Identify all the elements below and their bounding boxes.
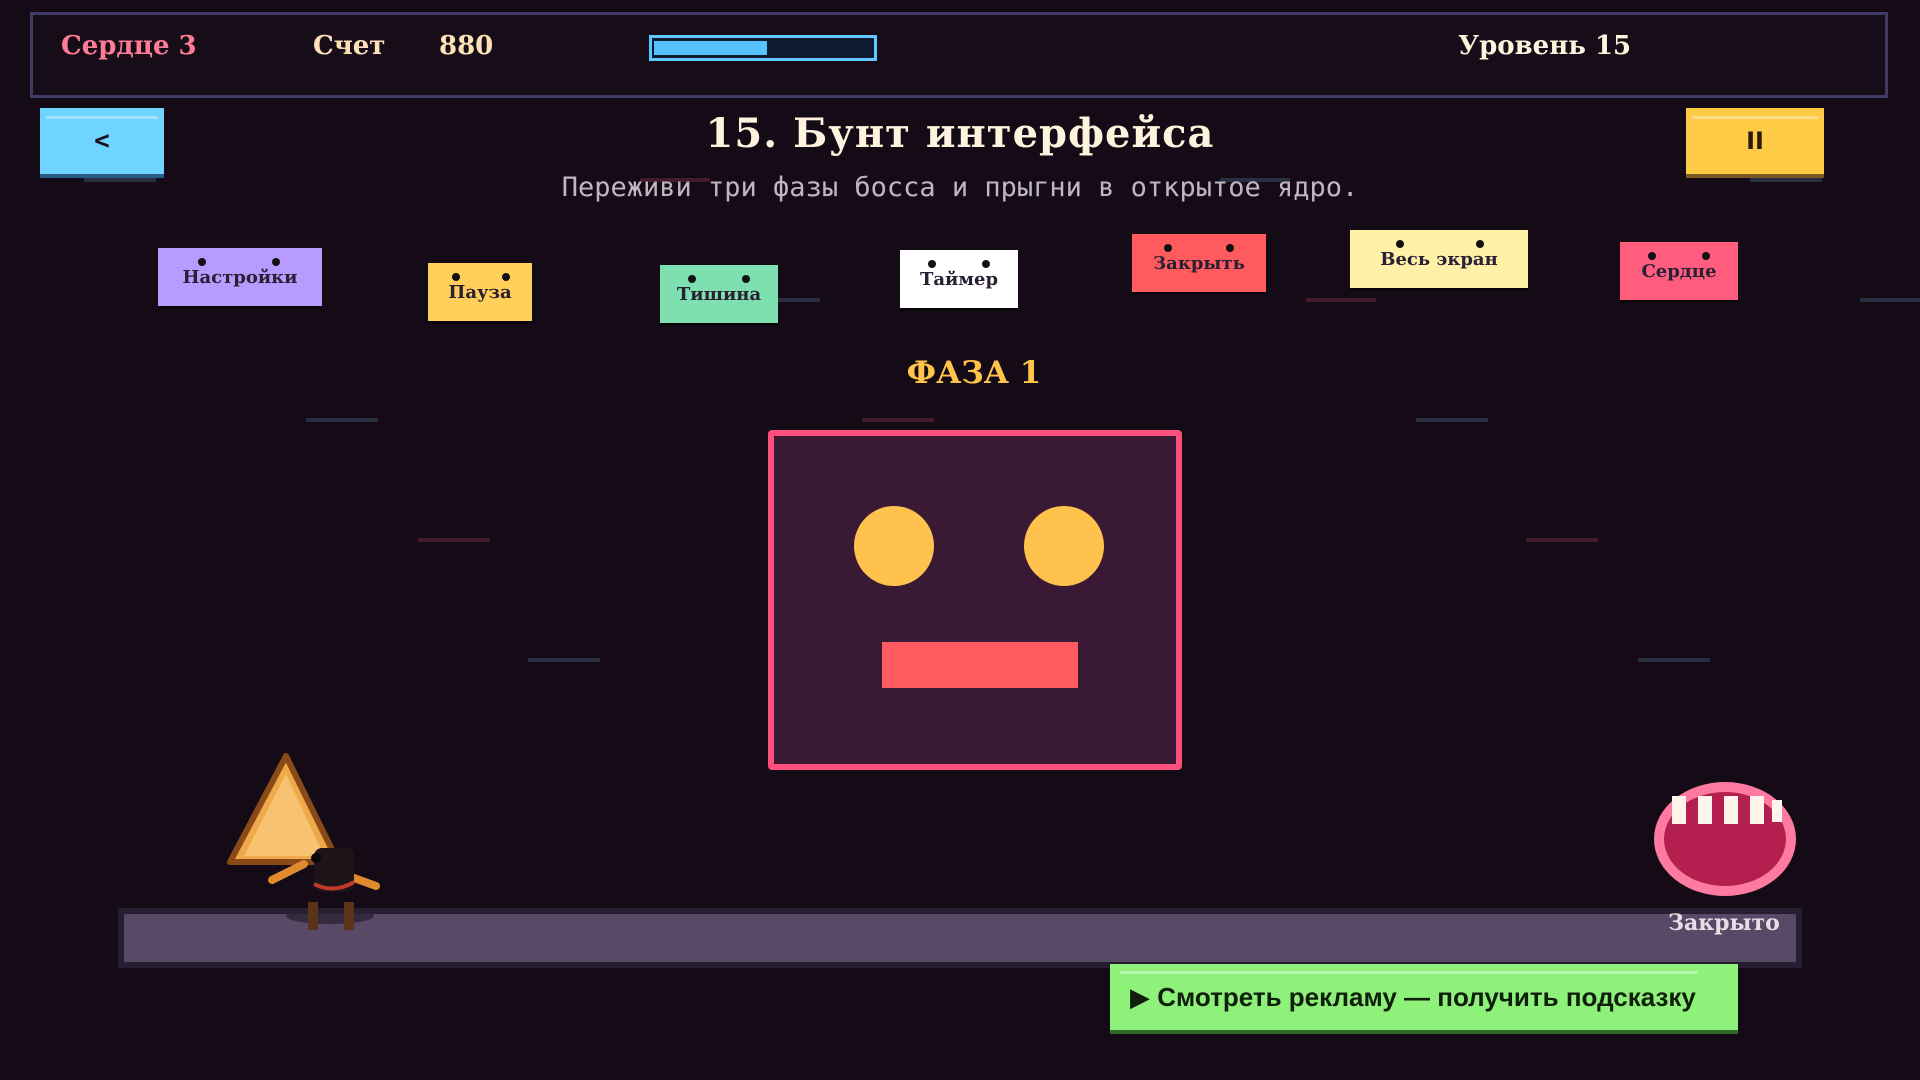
- boss-phase-label: ФАЗА 1: [906, 355, 1042, 391]
- hearts-counter: Сердце 3: [61, 31, 197, 61]
- level-title: 15. Бунт интерфейса: [705, 110, 1215, 157]
- core-status-label: Закрыто: [1668, 910, 1780, 936]
- enemy-label: Пауза: [448, 281, 512, 303]
- level-progress-bar: [649, 35, 877, 61]
- level-subtitle: Переживи три фазы босса и прыгни в откры…: [561, 172, 1359, 203]
- enemy-fullscreen-tag[interactable]: Весь экран: [1350, 230, 1528, 288]
- eye-icon: [1164, 244, 1172, 252]
- enemy-settings-tag[interactable]: Настройки: [158, 248, 322, 306]
- eye-icon: [1226, 244, 1234, 252]
- enemy-silence-tag[interactable]: Тишина: [660, 265, 778, 323]
- boss-left-eye: [854, 506, 934, 586]
- enemy-label: Сердце: [1641, 260, 1717, 282]
- eye-icon: [1476, 240, 1484, 248]
- level-progress-fill: [654, 41, 767, 55]
- enemy-label: Настройки: [182, 266, 298, 288]
- eye-icon: [272, 258, 280, 266]
- enemy-label: Закрыть: [1153, 252, 1245, 274]
- enemy-label: Весь экран: [1380, 248, 1498, 270]
- eye-icon: [1648, 252, 1656, 260]
- eye-icon: [452, 273, 460, 281]
- score-value: 880: [439, 31, 494, 61]
- eye-icon: [502, 273, 510, 281]
- enemy-label: Таймер: [919, 268, 999, 290]
- enemy-label: Тишина: [676, 283, 762, 305]
- boss-face-block[interactable]: [768, 430, 1182, 770]
- watch-ad-hint-button[interactable]: ▶ Смотреть рекламу — получить подсказку: [1110, 964, 1738, 1030]
- eye-icon: [928, 260, 936, 268]
- enemy-heart-tag[interactable]: Сердце: [1620, 242, 1738, 300]
- enemy-close-tag[interactable]: Закрыть: [1132, 234, 1266, 292]
- eye-icon: [982, 260, 990, 268]
- closed-core-mouth[interactable]: [1650, 778, 1800, 900]
- eye-icon: [688, 275, 696, 283]
- hud-bar: Сердце 3 Счет 880 Уровень 15: [30, 12, 1888, 98]
- eye-icon: [1396, 240, 1404, 248]
- boss-mouth: [882, 642, 1078, 688]
- score-label: Счет: [313, 31, 386, 61]
- eye-icon: [742, 275, 750, 283]
- eye-icon: [1702, 252, 1710, 260]
- enemy-timer-tag[interactable]: Таймер: [900, 250, 1018, 308]
- enemy-pause-tag[interactable]: Пауза: [428, 263, 532, 321]
- level-indicator: Уровень 15: [1458, 31, 1632, 61]
- boss-right-eye: [1024, 506, 1104, 586]
- player-triangle-character[interactable]: [224, 752, 404, 938]
- eye-icon: [198, 258, 206, 266]
